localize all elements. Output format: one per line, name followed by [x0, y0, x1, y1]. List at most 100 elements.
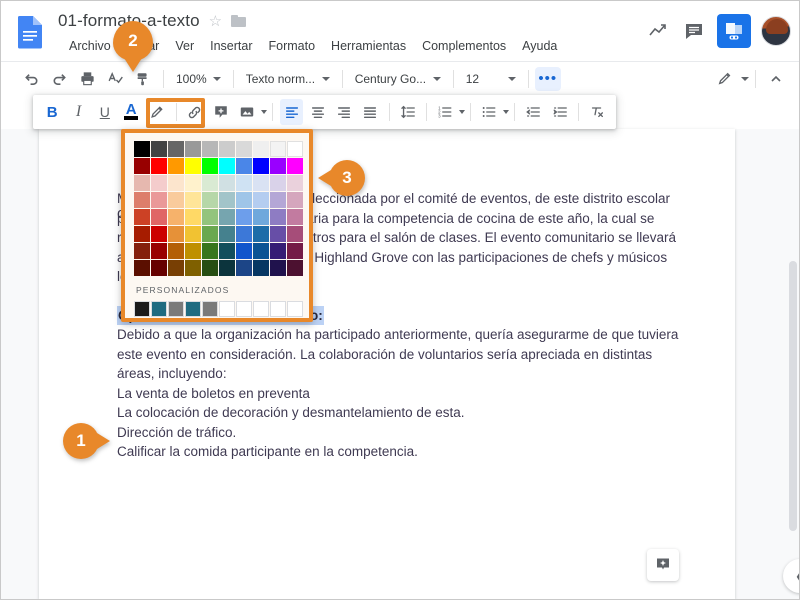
palette-swatch-r3-c1[interactable]: [151, 192, 167, 208]
chevron-up-icon[interactable]: [763, 66, 789, 92]
text-color-icon[interactable]: A: [120, 99, 142, 125]
palette-swatch-r3-c3[interactable]: [185, 192, 201, 208]
palette-swatch-r1-c8[interactable]: [270, 158, 286, 174]
folder-icon[interactable]: [231, 15, 247, 27]
palette-swatch-r1-c7[interactable]: [253, 158, 269, 174]
palette-swatch-r0-c2[interactable]: [168, 141, 184, 157]
palette-swatch-r1-c1[interactable]: [151, 158, 167, 174]
palette-swatch-r6-c5[interactable]: [219, 243, 235, 259]
palette-swatch-r2-c3[interactable]: [185, 175, 201, 191]
palette-swatch-r7-c3[interactable]: [185, 260, 201, 276]
palette-swatch-r3-c6[interactable]: [236, 192, 252, 208]
present-share-button[interactable]: [717, 14, 751, 48]
zoom-selector[interactable]: 100%: [170, 66, 227, 92]
custom-color-swatch-3[interactable]: [185, 301, 201, 317]
palette-swatch-r4-c0[interactable]: [134, 209, 150, 225]
palette-swatch-r1-c3[interactable]: [185, 158, 201, 174]
palette-swatch-r1-c2[interactable]: [168, 158, 184, 174]
palette-swatch-r3-c8[interactable]: [270, 192, 286, 208]
palette-swatch-r3-c9[interactable]: [287, 192, 303, 208]
palette-swatch-r2-c7[interactable]: [253, 175, 269, 191]
align-justify-icon[interactable]: [359, 99, 381, 125]
palette-swatch-r1-c5[interactable]: [219, 158, 235, 174]
palette-swatch-r7-c5[interactable]: [219, 260, 235, 276]
palette-swatch-r7-c9[interactable]: [287, 260, 303, 276]
indent-increase-icon[interactable]: [548, 99, 570, 125]
print-icon[interactable]: [74, 66, 100, 92]
align-left-icon[interactable]: [280, 99, 303, 125]
italic-button[interactable]: I: [67, 99, 89, 125]
palette-swatch-r5-c8[interactable]: [270, 226, 286, 242]
numbered-list-icon[interactable]: 1 2 3: [434, 99, 456, 125]
palette-swatch-r4-c3[interactable]: [185, 209, 201, 225]
palette-swatch-r5-c4[interactable]: [202, 226, 218, 242]
palette-swatch-r7-c2[interactable]: [168, 260, 184, 276]
list-item[interactable]: Calificar la comida participante en la c…: [117, 442, 687, 462]
custom-color-swatch-1[interactable]: [151, 301, 167, 317]
palette-swatch-r5-c5[interactable]: [219, 226, 235, 242]
menu-herramientas[interactable]: Herramientas: [323, 37, 414, 55]
palette-swatch-r4-c1[interactable]: [151, 209, 167, 225]
menu-insertar[interactable]: Insertar: [202, 37, 260, 55]
custom-color-swatch-8[interactable]: [270, 301, 286, 317]
palette-swatch-r4-c2[interactable]: [168, 209, 184, 225]
palette-swatch-r3-c4[interactable]: [202, 192, 218, 208]
palette-swatch-r4-c6[interactable]: [236, 209, 252, 225]
palette-swatch-r0-c7[interactable]: [253, 141, 269, 157]
palette-swatch-r2-c0[interactable]: [134, 175, 150, 191]
custom-color-swatch-9[interactable]: [287, 301, 303, 317]
palette-swatch-r0-c0[interactable]: [134, 141, 150, 157]
custom-color-swatch-5[interactable]: [219, 301, 235, 317]
palette-swatch-r7-c8[interactable]: [270, 260, 286, 276]
palette-swatch-r6-c4[interactable]: [202, 243, 218, 259]
palette-swatch-r0-c8[interactable]: [270, 141, 286, 157]
chevron-down-icon[interactable]: [459, 110, 466, 114]
palette-swatch-r1-c9[interactable]: [287, 158, 303, 174]
palette-swatch-r0-c3[interactable]: [185, 141, 201, 157]
more-options-button[interactable]: •••: [534, 66, 561, 91]
palette-swatch-r5-c6[interactable]: [236, 226, 252, 242]
palette-swatch-r3-c2[interactable]: [168, 192, 184, 208]
paragraph-style-selector[interactable]: Texto norm...: [240, 66, 336, 92]
palette-swatch-r5-c1[interactable]: [151, 226, 167, 242]
insert-image-icon[interactable]: [236, 99, 258, 125]
palette-swatch-r2-c8[interactable]: [270, 175, 286, 191]
custom-color-swatch-6[interactable]: [236, 301, 252, 317]
palette-swatch-r6-c1[interactable]: [151, 243, 167, 259]
palette-swatch-r2-c5[interactable]: [219, 175, 235, 191]
palette-swatch-r3-c5[interactable]: [219, 192, 235, 208]
underline-button[interactable]: U: [94, 99, 116, 125]
palette-swatch-r7-c0[interactable]: [134, 260, 150, 276]
palette-swatch-r6-c7[interactable]: [253, 243, 269, 259]
custom-colors-row[interactable]: [134, 301, 303, 317]
palette-swatch-r4-c4[interactable]: [202, 209, 218, 225]
scrollbar-thumb[interactable]: [789, 261, 797, 531]
clear-formatting-icon[interactable]: [586, 99, 608, 125]
palette-swatch-r2-c4[interactable]: [202, 175, 218, 191]
menu-complementos[interactable]: Complementos: [414, 37, 514, 55]
palette-swatch-r0-c1[interactable]: [151, 141, 167, 157]
palette-swatch-r7-c4[interactable]: [202, 260, 218, 276]
chevron-down-icon[interactable]: [503, 110, 510, 114]
palette-swatch-r6-c0[interactable]: [134, 243, 150, 259]
menu-formato[interactable]: Formato: [261, 37, 324, 55]
custom-color-swatch-7[interactable]: [253, 301, 269, 317]
bulleted-list-icon[interactable]: [478, 99, 500, 125]
palette-swatch-r4-c8[interactable]: [270, 209, 286, 225]
font-family-selector[interactable]: Century Go...: [349, 66, 447, 92]
palette-swatch-r6-c2[interactable]: [168, 243, 184, 259]
palette-swatch-r5-c9[interactable]: [287, 226, 303, 242]
text-color-palette-popup[interactable]: PERSONALIZADOS: [121, 129, 313, 322]
redo-icon[interactable]: [46, 66, 72, 92]
chevron-down-icon[interactable]: [261, 110, 268, 114]
pencil-mode-icon[interactable]: [712, 66, 738, 92]
palette-swatch-r0-c5[interactable]: [219, 141, 235, 157]
palette-swatch-r0-c4[interactable]: [202, 141, 218, 157]
palette-swatch-r0-c6[interactable]: [236, 141, 252, 157]
palette-swatch-r7-c7[interactable]: [253, 260, 269, 276]
palette-swatch-r2-c1[interactable]: [151, 175, 167, 191]
palette-swatch-r6-c9[interactable]: [287, 243, 303, 259]
list-item[interactable]: Dirección de tráfico.: [117, 423, 687, 443]
font-size-selector[interactable]: 12: [460, 66, 522, 92]
bold-button[interactable]: B: [41, 99, 63, 125]
